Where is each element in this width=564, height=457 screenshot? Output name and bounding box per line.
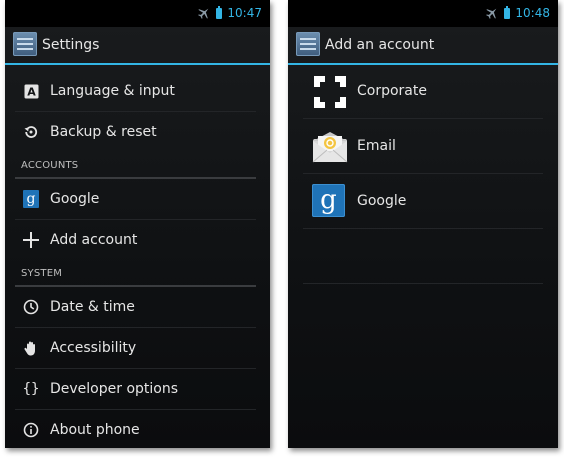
keyboard-a-icon: A: [23, 83, 39, 99]
braces-icon: {}: [22, 381, 40, 397]
battery-icon: [504, 5, 511, 19]
airplane-mode-icon: [198, 8, 209, 19]
list-empty-row: [303, 229, 543, 284]
airplane-mode-icon: [486, 8, 497, 19]
section-header-accounts: ACCOUNTS: [15, 152, 256, 179]
status-bar: 10:47: [5, 0, 270, 27]
account-type-label: Google: [357, 193, 407, 209]
settings-list: A Language & input Backup & reset ACCOUN…: [15, 71, 256, 448]
status-time: 10:47: [227, 6, 262, 20]
account-type-corporate[interactable]: Corporate: [303, 64, 543, 119]
settings-app-icon[interactable]: [296, 32, 320, 56]
info-icon: [23, 422, 39, 438]
settings-item-google[interactable]: g Google: [15, 179, 256, 220]
settings-app-icon[interactable]: [13, 32, 37, 56]
clock-icon: [23, 299, 39, 315]
settings-item-developer-options[interactable]: {} Developer options: [15, 369, 256, 410]
svg-text:A: A: [27, 85, 36, 98]
corporate-icon: [312, 74, 348, 110]
account-type-label: Corporate: [357, 83, 427, 99]
settings-item-language-input[interactable]: A Language & input: [15, 71, 256, 112]
settings-item-label: Language & input: [50, 83, 175, 99]
section-header-system: SYSTEM: [15, 260, 256, 287]
settings-item-label: Developer options: [50, 381, 179, 397]
settings-item-label: Add account: [50, 232, 138, 248]
google-icon: g: [312, 184, 348, 220]
account-type-label: Email: [357, 138, 396, 154]
settings-item-label: About phone: [50, 422, 140, 438]
google-icon: g: [23, 190, 39, 208]
battery-icon: [216, 5, 223, 19]
status-bar: 10:48: [288, 0, 558, 27]
settings-item-label: Accessibility: [50, 340, 137, 356]
page-title: Add an account: [325, 37, 435, 53]
account-type-email[interactable]: Email: [303, 119, 543, 174]
section-label: ACCOUNTS: [21, 160, 79, 171]
settings-item-backup-reset[interactable]: Backup & reset: [15, 112, 256, 152]
settings-item-accessibility[interactable]: Accessibility: [15, 328, 256, 369]
plus-icon: [23, 232, 39, 248]
status-time: 10:48: [515, 6, 550, 20]
backup-restore-icon: [23, 124, 39, 140]
settings-item-label: Date & time: [50, 299, 135, 315]
section-label: SYSTEM: [21, 268, 63, 279]
settings-item-date-time[interactable]: Date & time: [15, 287, 256, 328]
hand-icon: [23, 340, 39, 356]
page-title: Settings: [42, 37, 100, 53]
action-bar: Add an account: [288, 27, 558, 65]
account-type-google[interactable]: g Google: [303, 174, 543, 229]
settings-item-about-phone[interactable]: About phone: [15, 410, 256, 448]
settings-item-label: Google: [50, 191, 100, 207]
email-icon: [312, 129, 348, 165]
settings-item-add-account[interactable]: Add account: [15, 220, 256, 260]
account-type-list: Corporate Email g Google: [303, 64, 543, 284]
settings-item-label: Backup & reset: [50, 124, 157, 140]
add-account-screen: 10:48 Add an account Corporate Email g G…: [288, 0, 558, 448]
settings-screen: 10:47 Settings A Language & input Backup…: [5, 0, 270, 448]
action-bar: Settings: [5, 27, 270, 65]
